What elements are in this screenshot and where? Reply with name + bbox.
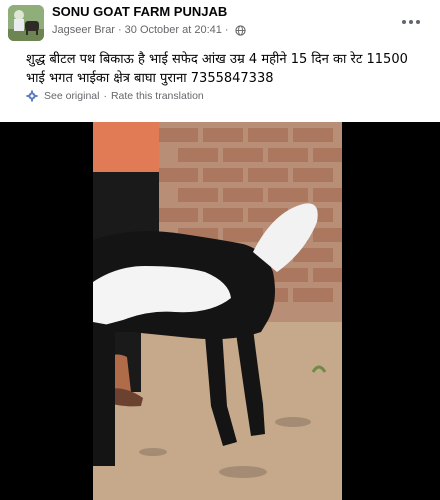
group-avatar[interactable] [8, 5, 44, 41]
post-header: SONU GOAT FARM PUNJAB Jagseer Brar · 30 … [0, 0, 440, 46]
post-meta: Jagseer Brar · 30 October at 20:41 · [52, 24, 246, 36]
avatar-image [8, 5, 44, 41]
post-text: शुद्ध बीटल पथ बिकाऊ है भाई सफेद आंख उम्र… [26, 52, 408, 86]
translation-bar: See original · Rate this translation [26, 90, 204, 102]
post-timestamp[interactable]: 30 October at 20:41 [125, 24, 222, 36]
translation-separator: · [103, 90, 107, 102]
goat-photo [93, 122, 342, 500]
more-horizontal-icon [409, 20, 413, 24]
more-options-button[interactable] [396, 8, 426, 36]
see-original-link[interactable]: See original [44, 90, 99, 102]
group-name[interactable]: SONU GOAT FARM PUNJAB [52, 4, 227, 19]
more-horizontal-icon [416, 20, 420, 24]
meta-separator: · [224, 24, 229, 36]
post-media[interactable] [0, 122, 440, 500]
globe-icon [234, 24, 246, 36]
rate-translation-link[interactable]: Rate this translation [111, 90, 204, 102]
post-photo[interactable] [93, 122, 342, 500]
gear-icon [26, 90, 38, 102]
more-horizontal-icon [402, 20, 406, 24]
author-name[interactable]: Jagseer Brar [52, 24, 115, 36]
meta-separator: · [117, 24, 122, 36]
